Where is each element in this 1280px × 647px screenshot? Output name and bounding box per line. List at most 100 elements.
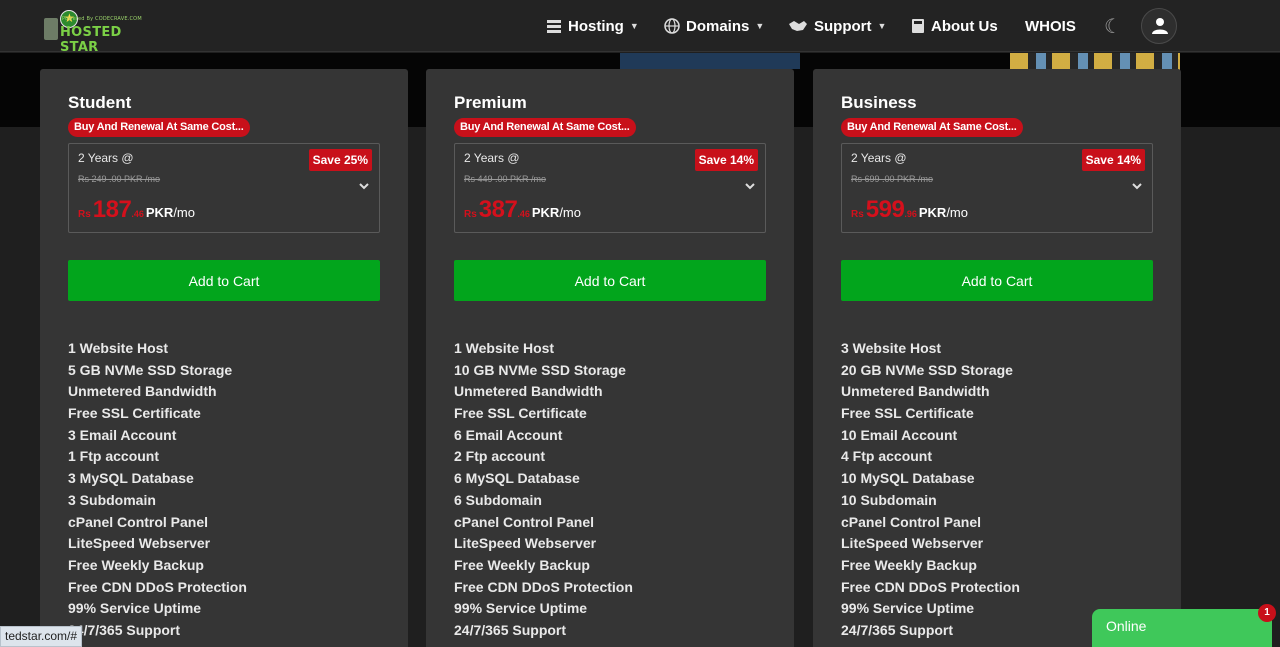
feature-item: cPanel Control Panel [68,513,209,530]
feature-item: 6 Email Account [454,426,563,443]
dark-mode-toggle-icon[interactable]: ☾ [1104,14,1122,38]
nav-support-label: Support [814,17,872,35]
billing-cycle-select[interactable]: 2 Years @ Save 25% Rs 249 .00 PKR /mo Rs… [68,143,380,233]
nav-about-us-label: About Us [931,17,998,35]
price-unit: PKR [145,205,174,220]
price-period: /mo [559,205,581,220]
feature-item: Free Weekly Backup [454,556,590,573]
feature-item: 3 MySQL Database [68,470,194,487]
feature-item: Unmetered Bandwidth [841,383,990,400]
price-decimals: .96 [904,209,917,219]
feature-item: 1 Website Host [68,340,169,356]
nav-support[interactable]: Support ▼ [788,14,886,38]
old-price: Rs 249 .00 PKR /mo [78,174,161,184]
price-amount: 187 [92,196,132,223]
promo-badge: Buy And Renewal At Same Cost... [841,118,1023,137]
billing-term: 2 Years @ [851,151,907,165]
user-account-button[interactable] [1141,8,1177,44]
chevron-down-icon: ▼ [629,21,639,31]
feature-item: Free CDN DDoS Protection [68,578,247,595]
feature-item: 6 Subdomain [454,491,542,508]
current-price: Rs 387 .46 PKR /mo [464,196,581,224]
nav-whois-label: WHOIS [1025,17,1076,35]
price-currency: Rs [78,209,91,220]
save-badge: Save 25% [308,149,372,171]
nav-about-us[interactable]: About Us [911,14,998,38]
plan-card-premium: Premium Buy And Renewal At Same Cost... … [426,69,794,647]
chat-status-label: Online [1106,618,1147,634]
feature-item: 10 Email Account [841,426,958,443]
feature-item: 6 MySQL Database [454,470,580,487]
nav-hosting-label: Hosting [568,17,624,35]
plan-name: Premium [454,93,527,112]
feature-item: Unmetered Bandwidth [68,383,217,400]
billing-cycle-select[interactable]: 2 Years @ Save 14% Rs 449 .00 PKR /mo Rs… [454,143,766,233]
server-icon [547,20,561,33]
price-decimals: .46 [131,209,144,219]
feature-list: 1 Website Host 5 GB NVMe SSD Storage Unm… [68,338,247,642]
banner-graphic [620,53,800,69]
status-bar-url: tedstar.com/# [0,626,83,647]
handshake-icon [789,21,807,31]
promo-badge: Buy And Renewal At Same Cost... [68,118,250,137]
book-icon [912,19,924,33]
user-icon [1152,18,1168,34]
current-price: Rs 599 .96 PKR /mo [851,196,968,224]
price-decimals: .46 [517,209,530,219]
feature-item: Free Weekly Backup [68,556,204,573]
brand-tagline: Powered By CODECRAVE.COM [62,16,142,22]
feature-item: 10 MySQL Database [841,470,975,487]
chevron-down-icon [745,183,755,190]
billing-cycle-select[interactable]: 2 Years @ Save 14% Rs 699 .00 PKR /mo Rs… [841,143,1153,233]
feature-item: cPanel Control Panel [841,513,982,530]
feature-item: 24/7/365 Support [454,621,567,638]
price-amount: 599 [865,196,905,223]
feature-item: 4 Ftp account [841,448,933,465]
nav-hosting[interactable]: Hosting ▼ [546,14,639,38]
add-to-cart-button[interactable]: Add to Cart [841,260,1153,301]
chevron-down-icon: ▼ [877,21,887,31]
price-period: /mo [173,205,195,220]
price-amount: 387 [478,196,518,223]
price-currency: Rs [851,209,864,220]
old-price: Rs 449 .00 PKR /mo [464,174,547,184]
feature-item: LiteSpeed Webserver [841,535,984,552]
feature-item: 1 Website Host [454,340,555,356]
nav-domains[interactable]: Domains ▼ [664,14,764,38]
feature-item: 3 Email Account [68,426,177,443]
feature-item: LiteSpeed Webserver [454,535,597,552]
plan-name: Student [68,93,132,112]
nav-whois[interactable]: WHOIS [1025,14,1076,38]
feature-item: Free CDN DDoS Protection [841,578,1020,595]
add-to-cart-button[interactable]: Add to Cart [454,260,766,301]
price-unit: PKR [918,205,947,220]
feature-item: 20 GB NVMe SSD Storage [841,361,1013,378]
add-to-cart-button[interactable]: Add to Cart [68,260,380,301]
feature-item: 99% Service Uptime [841,600,975,617]
promo-badge: Buy And Renewal At Same Cost... [454,118,636,137]
feature-item: 3 Subdomain [68,491,156,508]
nav-domains-label: Domains [686,17,750,35]
save-badge: Save 14% [694,149,758,171]
feature-list: 3 Website Host 20 GB NVMe SSD Storage Un… [841,338,1020,642]
feature-item: 99% Service Uptime [68,600,202,617]
server-icon [44,18,58,40]
live-chat-widget[interactable]: Online 1 [1092,604,1276,647]
feature-item: Free Weekly Backup [841,556,977,573]
chevron-down-icon [1132,183,1142,190]
price-currency: Rs [464,209,477,220]
brand-name: HOSTED STAR [60,25,122,55]
feature-item: 10 GB NVMe SSD Storage [454,361,626,378]
feature-item: Free CDN DDoS Protection [454,578,633,595]
brand-logo[interactable]: Powered By CODECRAVE.COM HOSTED STAR [44,10,156,55]
billing-term: 2 Years @ [78,151,134,165]
old-price: Rs 699 .00 PKR /mo [851,174,934,184]
feature-item: 24/7/365 Support [841,621,954,638]
billing-term: 2 Years @ [464,151,520,165]
price-unit: PKR [531,205,560,220]
feature-item: LiteSpeed Webserver [68,535,211,552]
feature-item: cPanel Control Panel [454,513,595,530]
chat-unread-badge: 1 [1258,604,1276,622]
save-badge: Save 14% [1081,149,1145,171]
feature-item: 1 Ftp account [68,448,160,465]
